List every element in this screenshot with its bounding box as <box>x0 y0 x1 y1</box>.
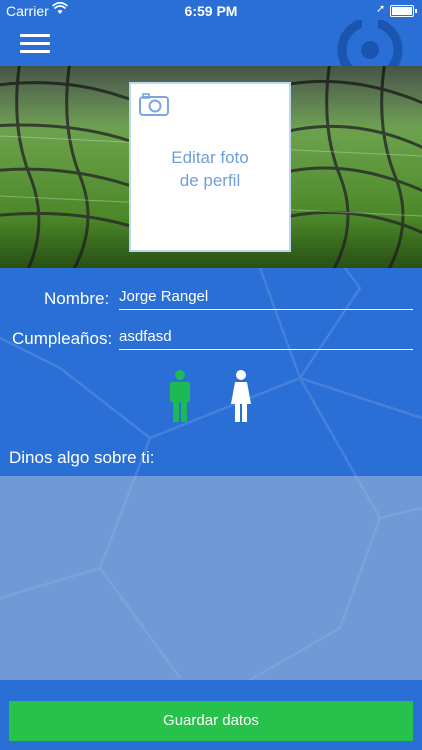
birthday-value: asdfasd <box>119 328 172 345</box>
menu-line <box>20 50 50 53</box>
female-icon <box>231 370 251 422</box>
birthday-label: Cumpleaños: <box>12 329 113 348</box>
location-arrow-icon: ➚ <box>376 3 386 15</box>
hamburger-menu-button[interactable] <box>20 34 50 54</box>
nav-bar <box>0 20 422 66</box>
menu-line <box>20 34 50 37</box>
birthday-field[interactable]: asdfasd <box>119 326 413 350</box>
profile-form: Nombre: Jorge Rangel Cumpleaños: asdfasd… <box>0 268 422 680</box>
name-value: Jorge Rangel <box>119 288 209 305</box>
name-field[interactable]: Jorge Rangel <box>119 286 413 310</box>
name-label: Nombre: <box>44 289 110 308</box>
male-gender-button[interactable] <box>168 370 192 424</box>
about-label: Dinos algo sobre ti: <box>9 448 155 467</box>
male-icon <box>170 370 190 422</box>
female-gender-button[interactable] <box>229 370 253 424</box>
menu-line <box>20 42 50 45</box>
edit-photo-label: Editar foto de perfil <box>131 146 289 192</box>
status-bar: Carrier 6:59 PM ➚ <box>0 0 422 22</box>
battery-icon <box>390 5 417 17</box>
header-background-image: Editar foto de perfil <box>0 66 422 268</box>
edit-photo-text: Editar foto de perfil <box>171 148 249 190</box>
clock: 6:59 PM <box>184 3 238 19</box>
about-textarea[interactable] <box>0 476 422 680</box>
app-logo-icon <box>334 20 406 66</box>
save-button[interactable]: Guardar datos <box>9 701 413 741</box>
camera-icon <box>139 92 169 116</box>
profile-photo-button[interactable]: Editar foto de perfil <box>129 82 291 252</box>
footer: Guardar datos <box>0 680 422 750</box>
